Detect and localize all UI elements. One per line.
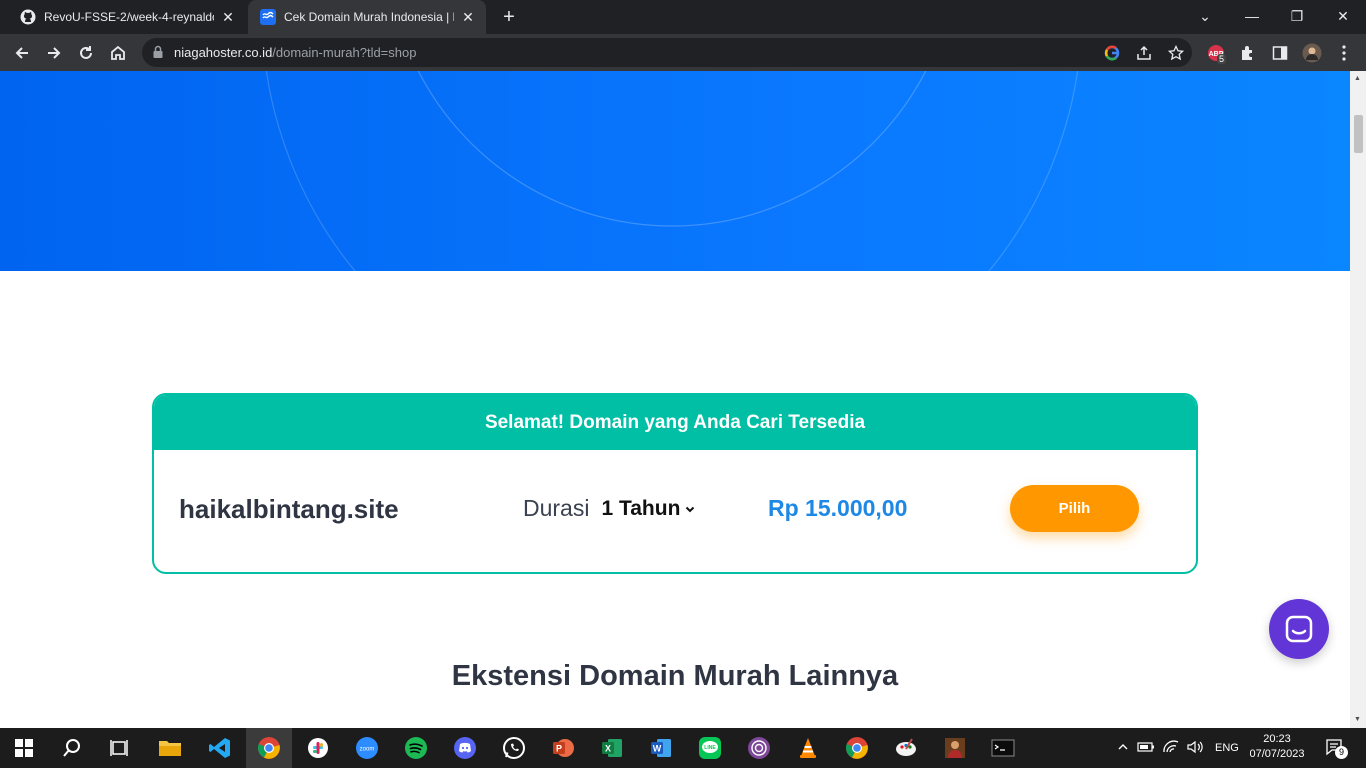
address-bar[interactable]: niagahoster.co.id/domain-murah?tld=shop [142, 38, 1192, 67]
scroll-up-icon[interactable]: ▲ [1354, 75, 1362, 83]
new-tab-button[interactable]: + [498, 6, 520, 28]
notification-count: 9 [1335, 746, 1348, 759]
chevron-down-icon[interactable] [684, 503, 696, 515]
lock-icon[interactable] [152, 45, 164, 64]
back-button[interactable] [10, 41, 34, 65]
file-explorer-icon[interactable] [156, 734, 184, 762]
url-text: niagahoster.co.id/domain-murah?tld=shop [174, 45, 416, 60]
chrome-icon[interactable] [255, 734, 283, 762]
system-tray: ENG [1115, 728, 1239, 768]
tab-strip: RevoU-FSSE-2/week-4-reynaldofi ✕ Cek Dom… [0, 0, 1366, 34]
paint-icon[interactable] [892, 734, 920, 762]
github-icon [20, 9, 36, 25]
windows-start-icon[interactable] [10, 734, 38, 762]
discord-icon[interactable] [451, 734, 479, 762]
tab-title: RevoU-FSSE-2/week-4-reynaldofi [44, 10, 214, 24]
chrome-profile-icon[interactable] [843, 734, 871, 762]
close-tab-icon[interactable]: ✕ [460, 9, 476, 25]
pilih-button[interactable]: Pilih [1010, 485, 1139, 532]
close-tab-icon[interactable]: ✕ [220, 9, 236, 25]
language-indicator[interactable]: ENG [1215, 742, 1239, 754]
page-scrollbar[interactable]: ▲ ▼ [1350, 71, 1366, 728]
svg-text:zoom: zoom [360, 747, 375, 753]
scroll-down-icon[interactable]: ▼ [1354, 716, 1362, 724]
slack-icon[interactable] [304, 734, 332, 762]
tab-search-icon[interactable]: ⌄ [1193, 4, 1217, 28]
browser-menu-icon[interactable] [1333, 42, 1355, 64]
game-icon[interactable] [941, 734, 969, 762]
browser-toolbar: niagahoster.co.id/domain-murah?tld=shop … [0, 34, 1366, 71]
url-path: /domain-murah?tld=shop [272, 45, 417, 60]
hero-banner [0, 71, 1350, 271]
clock-date: 07/07/2023 [1249, 748, 1305, 760]
google-icon[interactable] [1102, 43, 1122, 63]
vscode-icon[interactable] [206, 734, 234, 762]
clock-time: 20:23 [1263, 733, 1291, 745]
chat-icon [1285, 615, 1313, 643]
scrollbar-thumb[interactable] [1354, 115, 1363, 153]
duration-select[interactable]: Durasi 1 Tahun [523, 495, 696, 522]
tab-github[interactable]: RevoU-FSSE-2/week-4-reynaldofi ✕ [8, 0, 246, 34]
whatsapp-icon[interactable] [500, 734, 528, 762]
page-viewport: Selamat! Domain yang Anda Cari Tersedia … [0, 71, 1350, 728]
notification-center-icon[interactable]: 9 [1322, 734, 1350, 762]
svg-text:P: P [556, 744, 562, 754]
adblock-icon[interactable]: ABP 5 [1205, 42, 1227, 64]
domain-name: haikalbintang.site [179, 494, 399, 524]
excel-icon[interactable]: X [598, 734, 626, 762]
chat-widget-button[interactable] [1269, 599, 1329, 659]
word-icon[interactable]: W [647, 734, 675, 762]
minimize-button[interactable]: — [1240, 4, 1264, 28]
tor-browser-icon[interactable] [745, 734, 773, 762]
extensions-puzzle-icon[interactable] [1237, 42, 1259, 64]
vlc-icon[interactable] [794, 734, 822, 762]
reload-button[interactable] [74, 41, 98, 65]
share-icon[interactable] [1134, 43, 1154, 63]
terminal-icon[interactable] [989, 734, 1017, 762]
spotify-icon[interactable] [402, 734, 430, 762]
tab-title: Cek Domain Murah Indonesia | Bi [284, 10, 454, 24]
bookmark-star-icon[interactable] [1166, 43, 1186, 63]
chevron-up-icon[interactable] [1115, 741, 1131, 756]
profile-avatar[interactable] [1301, 42, 1323, 64]
result-header: Selamat! Domain yang Anda Cari Tersedia [154, 395, 1196, 450]
niagahoster-icon [260, 9, 276, 25]
svg-text:LINE: LINE [704, 745, 716, 751]
url-host: niagahoster.co.id [174, 45, 273, 60]
duration-label: Durasi [523, 495, 590, 521]
result-row: haikalbintang.site Durasi 1 Tahun Rp 15.… [154, 450, 1196, 572]
volume-icon[interactable] [1187, 740, 1203, 757]
side-panel-icon[interactable] [1269, 42, 1291, 64]
close-window-button[interactable]: ✕ [1331, 4, 1355, 28]
restore-button[interactable]: ❐ [1285, 4, 1309, 28]
zoom-icon[interactable]: zoom [353, 734, 381, 762]
wifi-icon[interactable] [1163, 740, 1179, 757]
windows-taskbar: zoom P X W LINE ENG 20:23 07/07/2023 9 [0, 728, 1366, 768]
section-title: Ekstensi Domain Murah Lainnya [451, 660, 899, 692]
battery-icon[interactable] [1137, 741, 1155, 756]
clock[interactable]: 20:23 07/07/2023 [1246, 732, 1308, 762]
search-icon[interactable] [58, 734, 86, 762]
line-icon[interactable]: LINE [696, 734, 724, 762]
duration-value[interactable]: 1 Tahun [601, 497, 680, 521]
svg-text:X: X [605, 744, 611, 754]
domain-result-card: Selamat! Domain yang Anda Cari Tersedia … [152, 393, 1198, 574]
hero-decoration [265, 71, 1079, 271]
tab-niagahoster[interactable]: Cek Domain Murah Indonesia | Bi ✕ [248, 0, 486, 34]
extension-badge: 5 [1217, 54, 1227, 64]
home-button[interactable] [106, 41, 130, 65]
task-view-icon[interactable] [106, 734, 134, 762]
powerpoint-icon[interactable]: P [549, 734, 577, 762]
forward-button[interactable] [42, 41, 66, 65]
domain-price: Rp 15.000,00 [768, 495, 908, 521]
svg-text:W: W [653, 744, 662, 754]
